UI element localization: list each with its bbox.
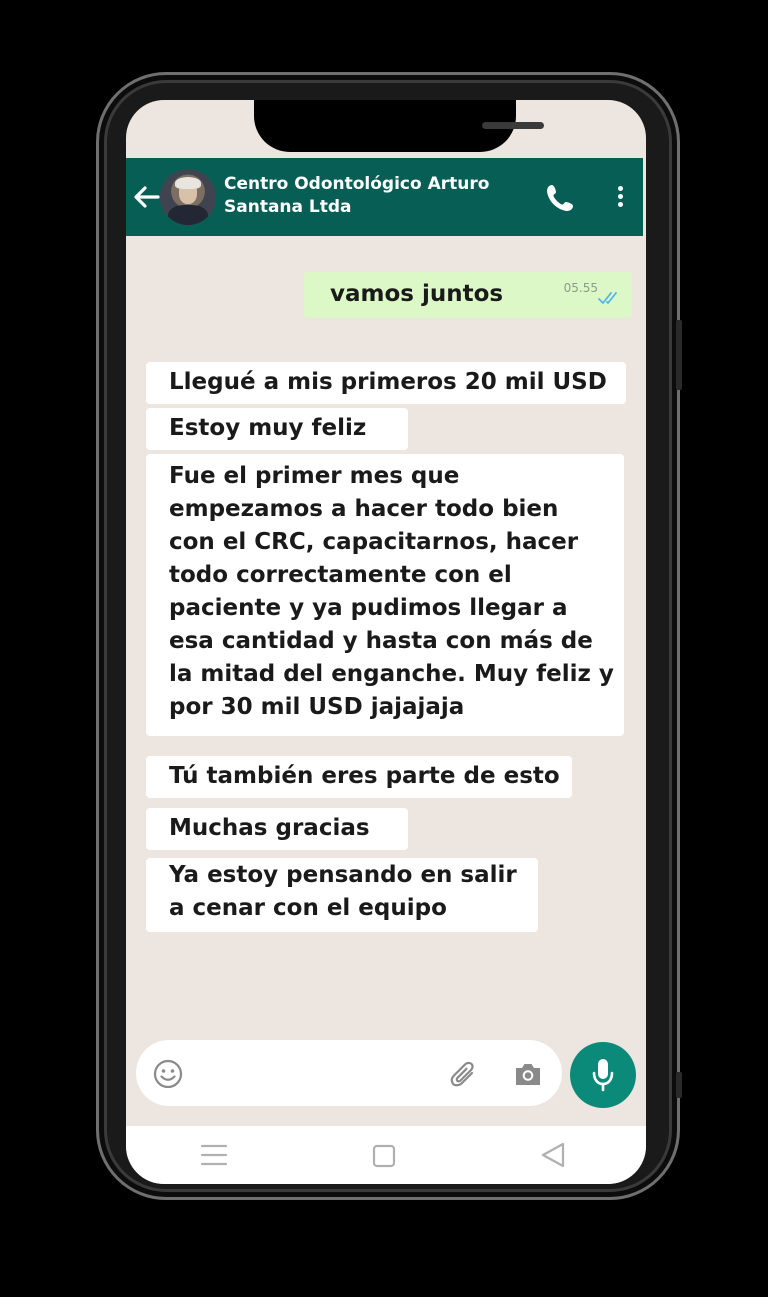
- message-line: empezamos a hacer todo bien: [169, 496, 559, 522]
- emoji-icon[interactable]: [152, 1058, 184, 1090]
- read-receipt-icon: [598, 292, 617, 304]
- message-line: con el CRC, capacitarnos, hacer: [169, 529, 579, 555]
- incoming-message-bubble: Estoy muy feliz: [146, 408, 408, 450]
- outgoing-message-bubble: vamos juntos 05.55: [304, 272, 632, 318]
- message-text: Tú también eres parte de esto: [169, 763, 560, 789]
- incoming-message-bubble: Fue el primer mes que empezamos a hacer …: [146, 454, 624, 736]
- message-line: la mitad del enganche. Muy feliz y: [169, 661, 614, 687]
- earpiece-speaker: [482, 122, 544, 129]
- phone-screen: Centro Odontológico Arturo Santana Ltda …: [126, 100, 646, 1184]
- message-line: Ya estoy pensando en salir: [169, 862, 517, 888]
- incoming-message-bubble: Muchas gracias: [146, 808, 408, 850]
- message-time: 05.55: [563, 281, 598, 295]
- message-text: Llegué a mis primeros 20 mil USD: [169, 369, 607, 395]
- side-button: [676, 320, 682, 390]
- back-arrow-icon[interactable]: [132, 184, 160, 210]
- system-navigation-bar: [126, 1126, 646, 1184]
- home-icon[interactable]: [372, 1144, 396, 1168]
- message-line: paciente y ya pudimos llegar a: [169, 595, 568, 621]
- message-text: Muchas gracias: [169, 815, 370, 841]
- paperclip-icon[interactable]: [448, 1058, 480, 1090]
- message-line: a cenar con el equipo: [169, 895, 447, 921]
- back-triangle-icon[interactable]: [540, 1141, 566, 1169]
- microphone-icon: [592, 1059, 614, 1092]
- microphone-button[interactable]: [570, 1042, 636, 1108]
- incoming-message-bubble: Ya estoy pensando en salir a cenar con e…: [146, 858, 538, 932]
- message-line: Fue el primer mes que: [169, 463, 460, 489]
- phone-icon[interactable]: [544, 182, 576, 214]
- message-line: esa cantidad y hasta con más de: [169, 628, 593, 654]
- message-input[interactable]: [136, 1040, 562, 1106]
- message-text: Estoy muy feliz: [169, 415, 367, 441]
- incoming-message-bubble: Tú también eres parte de esto: [146, 756, 572, 798]
- camera-icon[interactable]: [512, 1059, 544, 1089]
- contact-name[interactable]: Centro Odontológico Arturo Santana Ltda: [224, 173, 534, 219]
- avatar[interactable]: [160, 169, 216, 225]
- chat-header: Centro Odontológico Arturo Santana Ltda: [126, 158, 643, 236]
- incoming-message-bubble: Llegué a mis primeros 20 mil USD: [146, 362, 626, 404]
- recents-icon[interactable]: [200, 1142, 228, 1168]
- notch: [254, 100, 544, 152]
- message-line: por 30 mil USD jajajaja: [169, 694, 465, 720]
- side-button: [676, 1072, 682, 1098]
- message-line: todo correctamente con el: [169, 562, 512, 588]
- more-vertical-icon[interactable]: [613, 183, 627, 213]
